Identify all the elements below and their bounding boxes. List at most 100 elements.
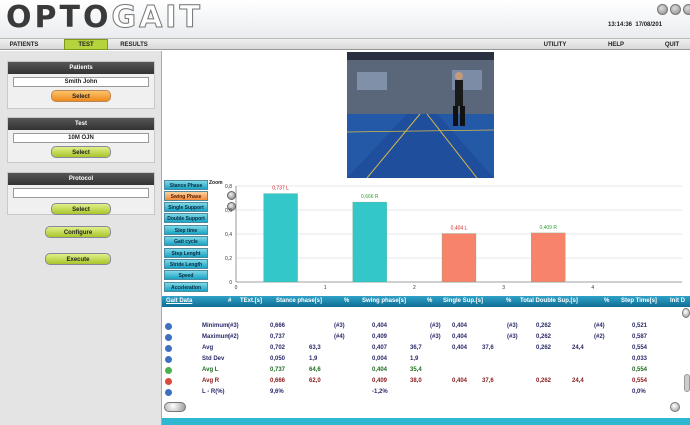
table-cell: 0,262 — [536, 334, 552, 340]
menu-patients[interactable]: PATIENTS — [4, 40, 44, 50]
menu-bar: PATIENTS TEST RESULTS UTILITY HELP QUIT — [0, 38, 690, 50]
table-cell: 1,9 — [309, 356, 318, 362]
table-cell: 0,033 — [632, 356, 648, 362]
row-label: Avg — [202, 345, 214, 351]
table-cell: 0,0% — [632, 389, 646, 395]
data-label: 0,737 L — [272, 186, 289, 192]
minimize-icon[interactable] — [657, 4, 668, 15]
table-row[interactable]: Avg 0,702 63,3 0,407 36,7 0,404 37,6 0,262 24,4 0… — [162, 344, 690, 353]
row-indicator-icon[interactable] — [165, 345, 172, 352]
header-stance-pct: % — [344, 298, 350, 304]
tab-acceleration[interactable]: Acceleration — [164, 282, 208, 292]
table-cell: 0,262 — [536, 378, 552, 384]
header-text: TExt.[s] — [240, 298, 263, 304]
table-row[interactable]: Avg R 0,666 62,0 0,409 38,0 0,404 37,6 0,262 24,… — [162, 377, 690, 386]
y-tick-label: 0 — [229, 280, 232, 286]
header-step-time: Step Time[s] — [621, 298, 657, 304]
table-cell: 9,6% — [270, 389, 284, 395]
patients-select-button[interactable]: Select — [51, 90, 111, 102]
test-select-button[interactable]: Select — [51, 146, 111, 158]
table-cell: (#3) — [507, 323, 518, 329]
tab-double-support[interactable]: Double Support — [164, 213, 208, 223]
test-name-field[interactable]: 10M OJN — [13, 133, 149, 143]
scroll-left-icon[interactable] — [164, 402, 186, 412]
scroll-up-icon[interactable] — [682, 308, 690, 318]
menu-results[interactable]: RESULTS — [114, 40, 154, 50]
protocol-title: Protocol — [8, 173, 154, 185]
tab-stance-phase[interactable]: Stance Phase — [164, 180, 208, 190]
table-cell: 1,9 — [410, 356, 419, 362]
menu-utility[interactable]: UTILITY — [540, 40, 570, 50]
table-cell: 62,0 — [309, 378, 321, 384]
table-cell: 64,6 — [309, 367, 321, 373]
test-title: Test — [8, 118, 154, 130]
row-indicator-icon[interactable] — [165, 323, 172, 330]
header-swing-pct: % — [427, 298, 433, 304]
row-label: L - R(%) — [202, 389, 225, 395]
table-row[interactable]: Std Dev 0,050 1,9 0,004 1,9 0,033 — [162, 355, 690, 364]
scroll-right-icon[interactable] — [670, 402, 680, 412]
chart-bar — [531, 232, 566, 283]
table-row[interactable]: L - R(%) 9,6% -1,2% 0,0% — [162, 388, 690, 397]
tab-swing-phase[interactable]: Swing Phase — [164, 191, 208, 201]
table-cell: 0,409 — [372, 334, 388, 340]
protocol-panel: Protocol Select — [7, 172, 155, 215]
table-cell: (#3) — [507, 334, 518, 340]
table-cell: (#2) — [594, 334, 605, 340]
tab-step-time[interactable]: Step time — [164, 225, 208, 235]
x-tick-label: 0 — [235, 285, 238, 291]
test-panel: Test 10M OJN Select — [7, 117, 155, 163]
tab-speed[interactable]: Speed — [164, 270, 208, 280]
table-cell: 0,262 — [536, 345, 552, 351]
data-label: 0,404 L — [451, 226, 468, 232]
menu-test[interactable]: TEST — [64, 39, 108, 50]
row-label: Maximum — [202, 334, 230, 340]
data-label: 0,409 R — [539, 225, 557, 231]
tab-stride-length[interactable]: Stride Length — [164, 259, 208, 269]
menu-quit[interactable]: QUIT — [660, 40, 684, 50]
row-label: Avg L — [202, 367, 219, 373]
timeline-bar[interactable] — [162, 418, 690, 425]
header-single-sup: Single Sup.[s] — [443, 298, 484, 304]
table-row[interactable]: Minimum (#3) 0,666 (#3) 0,404 (#3) 0,404 (#3) 0,… — [162, 322, 690, 331]
header-number: # — [228, 298, 232, 304]
header-double-sup: Total Double Sup.[s] — [520, 298, 578, 304]
table-row[interactable]: Maximum (#2) 0,737 (#4) 0,409 (#3) 0,404 (#3) 0,… — [162, 333, 690, 342]
y-tick-label: 0,8 — [225, 184, 232, 190]
data-label: 0,666 R — [361, 194, 379, 200]
x-tick-label: 4 — [591, 285, 594, 291]
restore-icon[interactable] — [670, 4, 681, 15]
left-sidebar: Patients Smith John Select Test 10M OJN … — [0, 51, 162, 425]
tab-step-lenght[interactable]: Step Lenght — [164, 248, 208, 258]
table-cell: 0,404 — [372, 367, 388, 373]
header-swing-phase: Swing phase[s] — [362, 298, 407, 304]
menu-help[interactable]: HELP — [604, 40, 628, 50]
tab-gait-cycle[interactable]: Gait cycle — [164, 236, 208, 246]
table-cell: (#2) — [228, 334, 239, 340]
clock-time: 13:14:36 — [608, 22, 633, 28]
header-double-pct: % — [604, 298, 610, 304]
vertical-scrollbar[interactable] — [684, 374, 690, 392]
table-row[interactable]: Avg L 0,737 64,6 0,404 35,4 0,554 — [162, 366, 690, 375]
row-indicator-icon[interactable] — [165, 334, 172, 341]
close-icon[interactable] — [683, 4, 690, 15]
x-tick-label: 3 — [502, 285, 505, 291]
row-indicator-icon[interactable] — [165, 367, 172, 374]
table-cell: 0,404 — [372, 323, 388, 329]
row-indicator-icon[interactable] — [165, 356, 172, 363]
chart-bar — [441, 233, 477, 283]
protocol-select-button[interactable]: Select — [51, 203, 111, 215]
protocol-name-field[interactable] — [13, 188, 149, 198]
row-indicator-icon[interactable] — [165, 389, 172, 396]
execute-button[interactable]: Execute — [45, 253, 111, 265]
configure-button[interactable]: Configure — [45, 226, 111, 238]
table-cell: 0,404 — [452, 323, 468, 329]
gait-bar-chart: 0 0,2 0,4 0,6 0,8 0 1 2 3 4 0,737 L 0,666 R 0,404 L 0… — [225, 184, 682, 291]
tab-single-support[interactable]: Single Support — [164, 202, 208, 212]
table-cell: 0,554 — [632, 345, 648, 351]
chart-bar — [352, 201, 387, 283]
table-cell: 0,409 — [372, 378, 388, 384]
patient-name-field[interactable]: Smith John — [13, 77, 149, 87]
row-indicator-icon[interactable] — [165, 378, 172, 385]
table-cell: 0,004 — [372, 356, 388, 362]
